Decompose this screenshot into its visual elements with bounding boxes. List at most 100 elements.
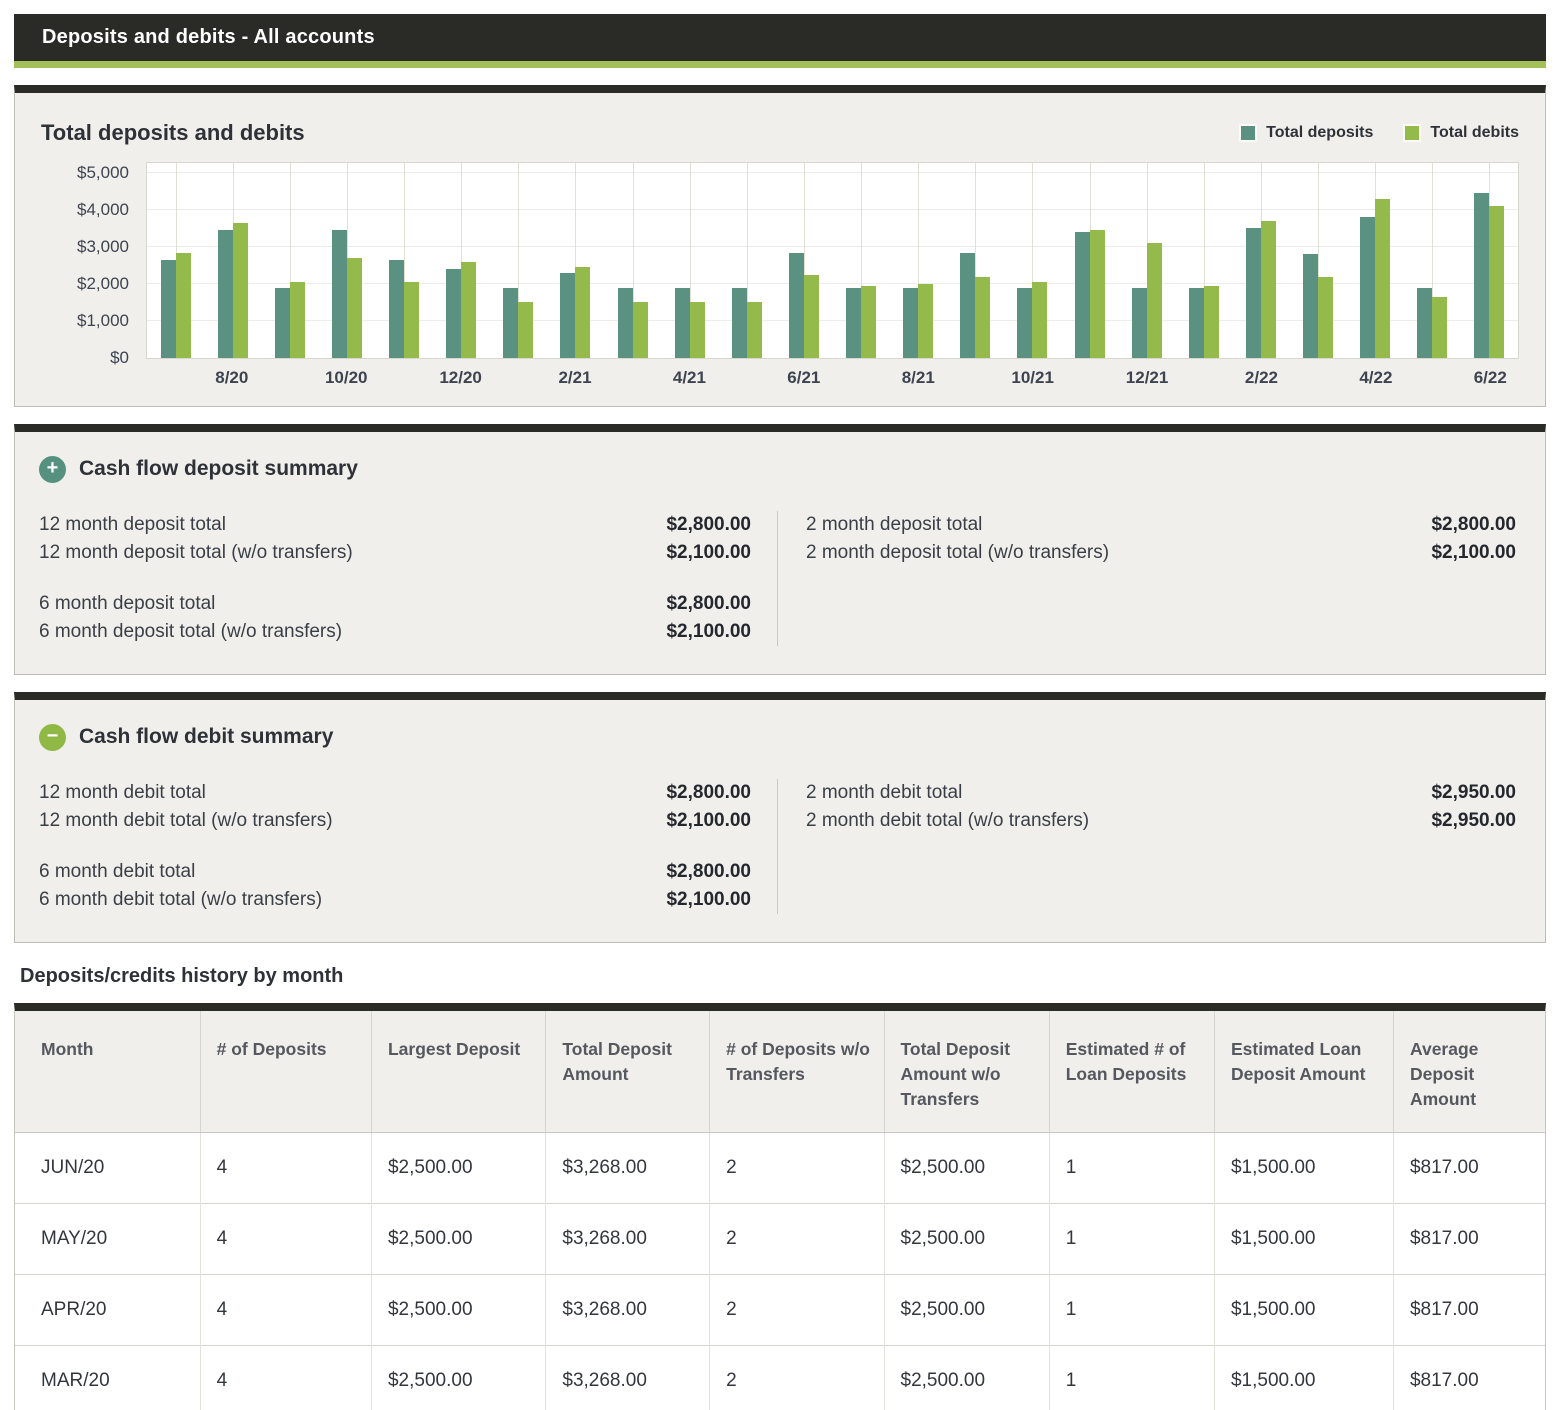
bar-group <box>547 163 604 358</box>
x-axis-tick-label <box>1061 368 1118 397</box>
debit-bar <box>1090 230 1105 358</box>
summary-row-label: 12 month debit total (w/o transfers) <box>39 807 333 835</box>
report-page: Deposits and debits - All accounts Total… <box>0 0 1560 1410</box>
history-value-cell: $817.00 <box>1393 1346 1545 1410</box>
legend-swatch <box>1239 124 1257 142</box>
summary-row-group: 12 month deposit total$2,800.0012 month … <box>39 511 751 567</box>
x-axis-tick-label: 10/20 <box>318 368 375 397</box>
debit-bar <box>290 282 305 358</box>
legend-item: Total debits <box>1403 124 1519 142</box>
summary-row: 6 month debit total (w/o transfers)$2,10… <box>39 886 751 914</box>
summary-row-label: 12 month deposit total <box>39 511 226 539</box>
summary-row: 12 month deposit total (w/o transfers) $2… <box>39 539 751 567</box>
summary-row-value: $2,800.00 <box>666 511 751 539</box>
deposit-summary-panel: + Cash flow deposit summary 12 month dep… <box>14 424 1546 675</box>
deposit-bar <box>1303 254 1318 358</box>
history-value-cell: $2,500.00 <box>371 1133 545 1204</box>
chart-y-axis: $5,000$4,000$3,000$2,000$1,000$0 <box>41 162 146 359</box>
x-axis-tick-label <box>947 368 1004 397</box>
summary-row: 6 month deposit total$2,800.00 <box>39 590 751 618</box>
x-axis-tick-label <box>832 368 889 397</box>
deposit-bar <box>1246 228 1261 358</box>
deposit-bar <box>332 230 347 358</box>
history-value-cell: $2,500.00 <box>884 1133 1049 1204</box>
history-value-cell: $1,500.00 <box>1214 1133 1393 1204</box>
debit-summary-left-column: 12 month debit total$2,800.0012 month de… <box>39 779 778 914</box>
bar-group <box>147 163 204 358</box>
summary-row: 12 month debit total$2,800.00 <box>39 779 751 807</box>
y-axis-tick-label: $5,000 <box>77 164 129 182</box>
deposit-bar <box>1075 232 1090 358</box>
history-table-row: MAR/204$2,500.00$3,268.002$2,500.001$1,5… <box>15 1346 1545 1410</box>
chart-plot-area <box>146 162 1519 359</box>
summary-row-label: 12 month debit total <box>39 779 206 807</box>
history-value-cell: $1,500.00 <box>1214 1346 1393 1410</box>
deposit-summary-toggle-button[interactable]: + <box>39 456 66 483</box>
x-axis-tick-label <box>260 368 317 397</box>
summary-row-group: 2 month deposit total$2,800.002 month de… <box>806 511 1516 567</box>
deposit-bar <box>1017 288 1032 358</box>
debit-summary-toggle-button[interactable]: − <box>39 724 66 751</box>
y-axis-tick-label: $1,000 <box>77 312 129 330</box>
deposit-bar <box>1474 193 1489 358</box>
debit-bar <box>575 267 590 358</box>
history-value-cell: $817.00 <box>1393 1275 1545 1346</box>
history-column-header: # of Deposits w/o Transfers <box>710 1011 884 1133</box>
history-month-cell: MAY/20 <box>15 1204 200 1275</box>
debit-summary-right-column: 2 month debit total$2,950.002 month debi… <box>778 779 1521 914</box>
deposit-bar <box>618 288 633 358</box>
bar-group <box>833 163 890 358</box>
chart-title: Total deposits and debits <box>41 120 305 146</box>
debit-bar <box>1318 277 1333 358</box>
x-axis-tick-label <box>1290 368 1347 397</box>
x-axis-tick-label: 8/20 <box>203 368 260 397</box>
history-column-header: # of Deposits <box>200 1011 371 1133</box>
x-axis-tick-label: 2/22 <box>1233 368 1290 397</box>
deposit-bar <box>161 260 176 358</box>
summary-row-value: $2,800.00 <box>666 858 751 886</box>
history-value-cell: 4 <box>200 1346 371 1410</box>
history-table-title: Deposits/credits history by month <box>20 965 1546 988</box>
summary-row: 2 month deposit total (w/o transfers)$2,… <box>806 539 1516 567</box>
deposit-bar <box>732 288 747 358</box>
bar-group <box>1004 163 1061 358</box>
history-month-cell: MAR/20 <box>15 1346 200 1410</box>
history-column-header: Average Deposit Amount <box>1393 1011 1545 1133</box>
legend-swatch <box>1403 124 1421 142</box>
summary-row-label: 2 month debit total (w/o transfers) <box>806 807 1089 835</box>
summary-row-group: 6 month deposit total$2,800.006 month de… <box>39 590 751 646</box>
debit-summary-panel: − Cash flow debit summary 12 month debit… <box>14 692 1546 943</box>
x-axis-tick-label: 4/22 <box>1347 368 1404 397</box>
deposit-bar <box>846 288 861 358</box>
history-value-cell: $3,268.00 <box>546 1275 710 1346</box>
bar-group <box>204 163 261 358</box>
bar-group <box>1118 163 1175 358</box>
history-column-header: Total Deposit Amount <box>546 1011 710 1133</box>
y-axis-tick-label: $0 <box>110 349 129 367</box>
bar-chart: $5,000$4,000$3,000$2,000$1,000$0 8/2010/… <box>41 162 1519 397</box>
history-table-row: JUN/204$2,500.00$3,268.002$2,500.001$1,5… <box>15 1133 1545 1204</box>
history-month-cell: JUN/20 <box>15 1133 200 1204</box>
bar-group <box>1061 163 1118 358</box>
history-value-cell: $817.00 <box>1393 1133 1545 1204</box>
report-title: Deposits and debits - All accounts <box>42 26 375 49</box>
history-table-container: Month# of DepositsLargest DepositTotal D… <box>14 1003 1546 1410</box>
summary-row-label: 12 month deposit total (w/o transfers) <box>39 539 353 567</box>
x-axis-tick-label: 6/21 <box>775 368 832 397</box>
deposit-bar <box>960 253 975 358</box>
summary-row-label: 2 month deposit total <box>806 511 982 539</box>
summary-row-value: $2,100.00 <box>666 539 751 567</box>
summary-row-label: 6 month deposit total (w/o transfers) <box>39 618 342 646</box>
deposit-bar <box>1189 288 1204 358</box>
summary-row: 6 month deposit total (w/o transfers)$2,… <box>39 618 751 646</box>
chart-legend: Total depositsTotal debits <box>1239 124 1519 142</box>
x-axis-tick-label <box>1404 368 1461 397</box>
history-value-cell: $2,500.00 <box>371 1204 545 1275</box>
deposit-bar <box>446 269 461 358</box>
y-axis-tick-label: $4,000 <box>77 201 129 219</box>
y-axis-tick-label: $2,000 <box>77 275 129 293</box>
history-table-row: APR/204$2,500.00$3,268.002$2,500.001$1,5… <box>15 1275 1545 1346</box>
history-table-row: MAY/204$2,500.00$3,268.002$2,500.001$1,5… <box>15 1204 1545 1275</box>
deposit-bar <box>275 288 290 358</box>
debit-bar <box>1204 286 1219 358</box>
